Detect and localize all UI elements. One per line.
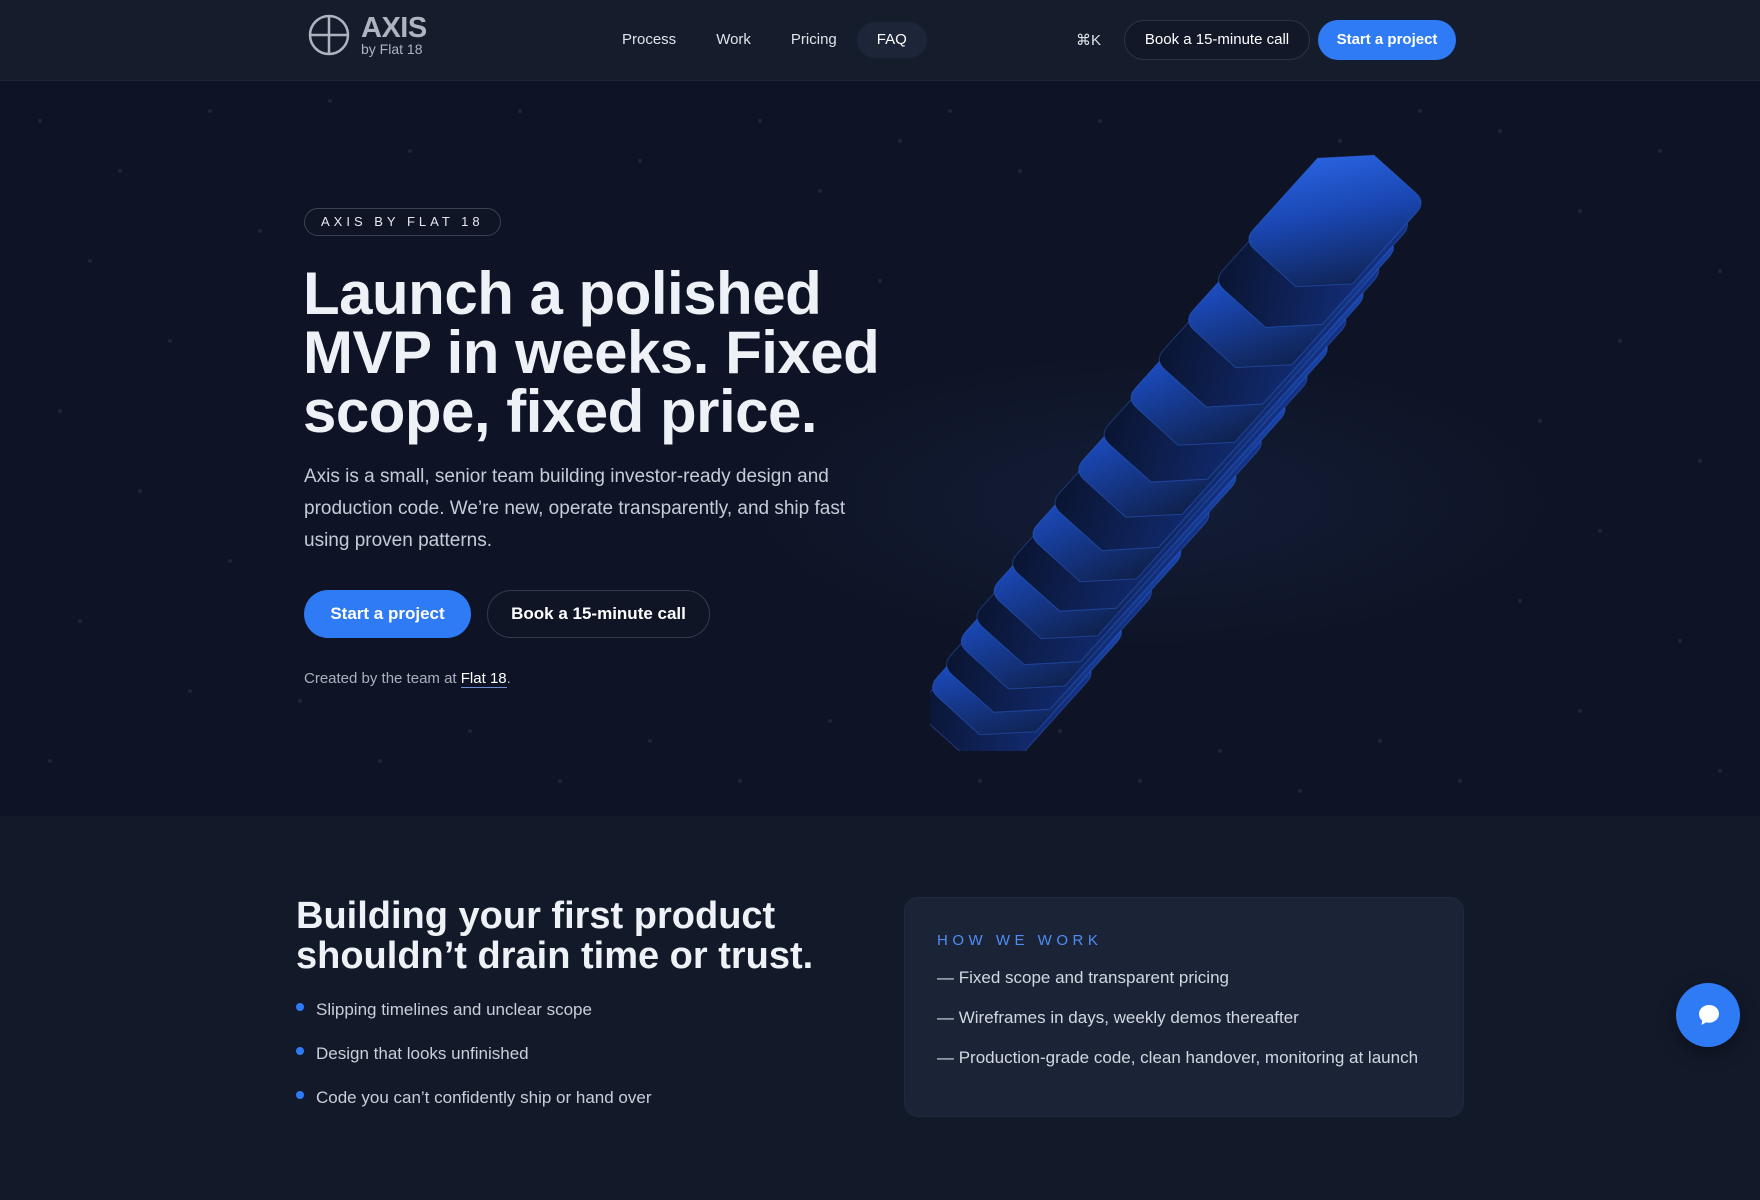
bullet-dot-icon <box>296 1091 304 1099</box>
pain-point-item: Design that looks unfinished <box>296 1044 651 1088</box>
command-palette-shortcut[interactable]: ⌘K <box>1076 31 1101 49</box>
nav-link-faq[interactable]: FAQ <box>856 22 927 58</box>
logo-subtitle: by Flat 18 <box>361 41 423 57</box>
dot-pattern-background <box>38 99 1722 793</box>
nav-link-work[interactable]: Work <box>696 22 771 58</box>
pain-point-item: Code you can’t confidently ship or hand … <box>296 1088 651 1132</box>
problem-title: Building your first product shouldn’t dr… <box>296 895 814 977</box>
hero-eyebrow-badge: AXIS BY FLAT 18 <box>304 208 501 236</box>
bullet-dot-icon <box>296 1047 304 1055</box>
bullet-dot-icon <box>296 1003 304 1011</box>
how-we-work-card: HOW WE WORK — Fixed scope and transparen… <box>904 897 1464 1117</box>
hero-section: AXIS BY FLAT 18 Launch a polished MVP in… <box>0 81 1760 816</box>
crosshair-circle-icon <box>308 14 350 56</box>
hero-description: Axis is a small, senior team building in… <box>304 466 846 551</box>
nav-link-process[interactable]: Process <box>602 22 696 58</box>
how-we-work-item: — Production-grade code, clean handover,… <box>937 1048 1419 1067</box>
hero-book-call-button[interactable]: Book a 15-minute call <box>487 590 710 638</box>
nav-start-project-button[interactable]: Start a project <box>1318 20 1456 60</box>
problem-section: Building your first product shouldn’t dr… <box>0 816 1760 1200</box>
chat-launcher-button[interactable] <box>1676 983 1740 1047</box>
pain-point-text: Slipping timelines and unclear scope <box>316 1000 592 1019</box>
hero-start-project-button[interactable]: Start a project <box>304 590 471 638</box>
top-navigation: AXIS by Flat 18 Process Work Pricing FAQ… <box>0 0 1760 81</box>
how-we-work-item: — Fixed scope and transparent pricing <box>937 968 1229 987</box>
pain-points-list: Slipping timelines and unclear scope Des… <box>296 1000 651 1132</box>
hero-headline: Launch a polished MVP in weeks. Fixed sc… <box>303 260 880 445</box>
how-we-work-list: — Fixed scope and transparent pricing — … <box>937 968 1418 1088</box>
nav-link-pricing[interactable]: Pricing <box>771 22 857 58</box>
nav-book-call-button[interactable]: Book a 15-minute call <box>1124 20 1310 60</box>
pain-point-item: Slipping timelines and unclear scope <box>296 1000 651 1044</box>
chat-bubble-icon <box>1699 1005 1719 1025</box>
abstract-3d-sculpture <box>930 154 1422 751</box>
credit-prefix: Created by the team at <box>304 670 461 687</box>
logo-name: AXIS <box>361 12 427 44</box>
pain-point-text: Code you can’t confidently ship or hand … <box>316 1088 652 1107</box>
logo[interactable]: AXIS by Flat 18 <box>308 14 427 56</box>
hero-credit: Created by the team at Flat 18. <box>304 670 511 688</box>
how-we-work-label: HOW WE WORK <box>937 932 1103 949</box>
credit-suffix: . <box>506 670 511 687</box>
how-we-work-item: — Wireframes in days, weekly demos there… <box>937 1008 1299 1027</box>
nav-links: Process Work Pricing FAQ <box>602 22 927 58</box>
pain-point-text: Design that looks unfinished <box>316 1044 529 1063</box>
flat18-link[interactable]: Flat 18 <box>460 670 507 688</box>
